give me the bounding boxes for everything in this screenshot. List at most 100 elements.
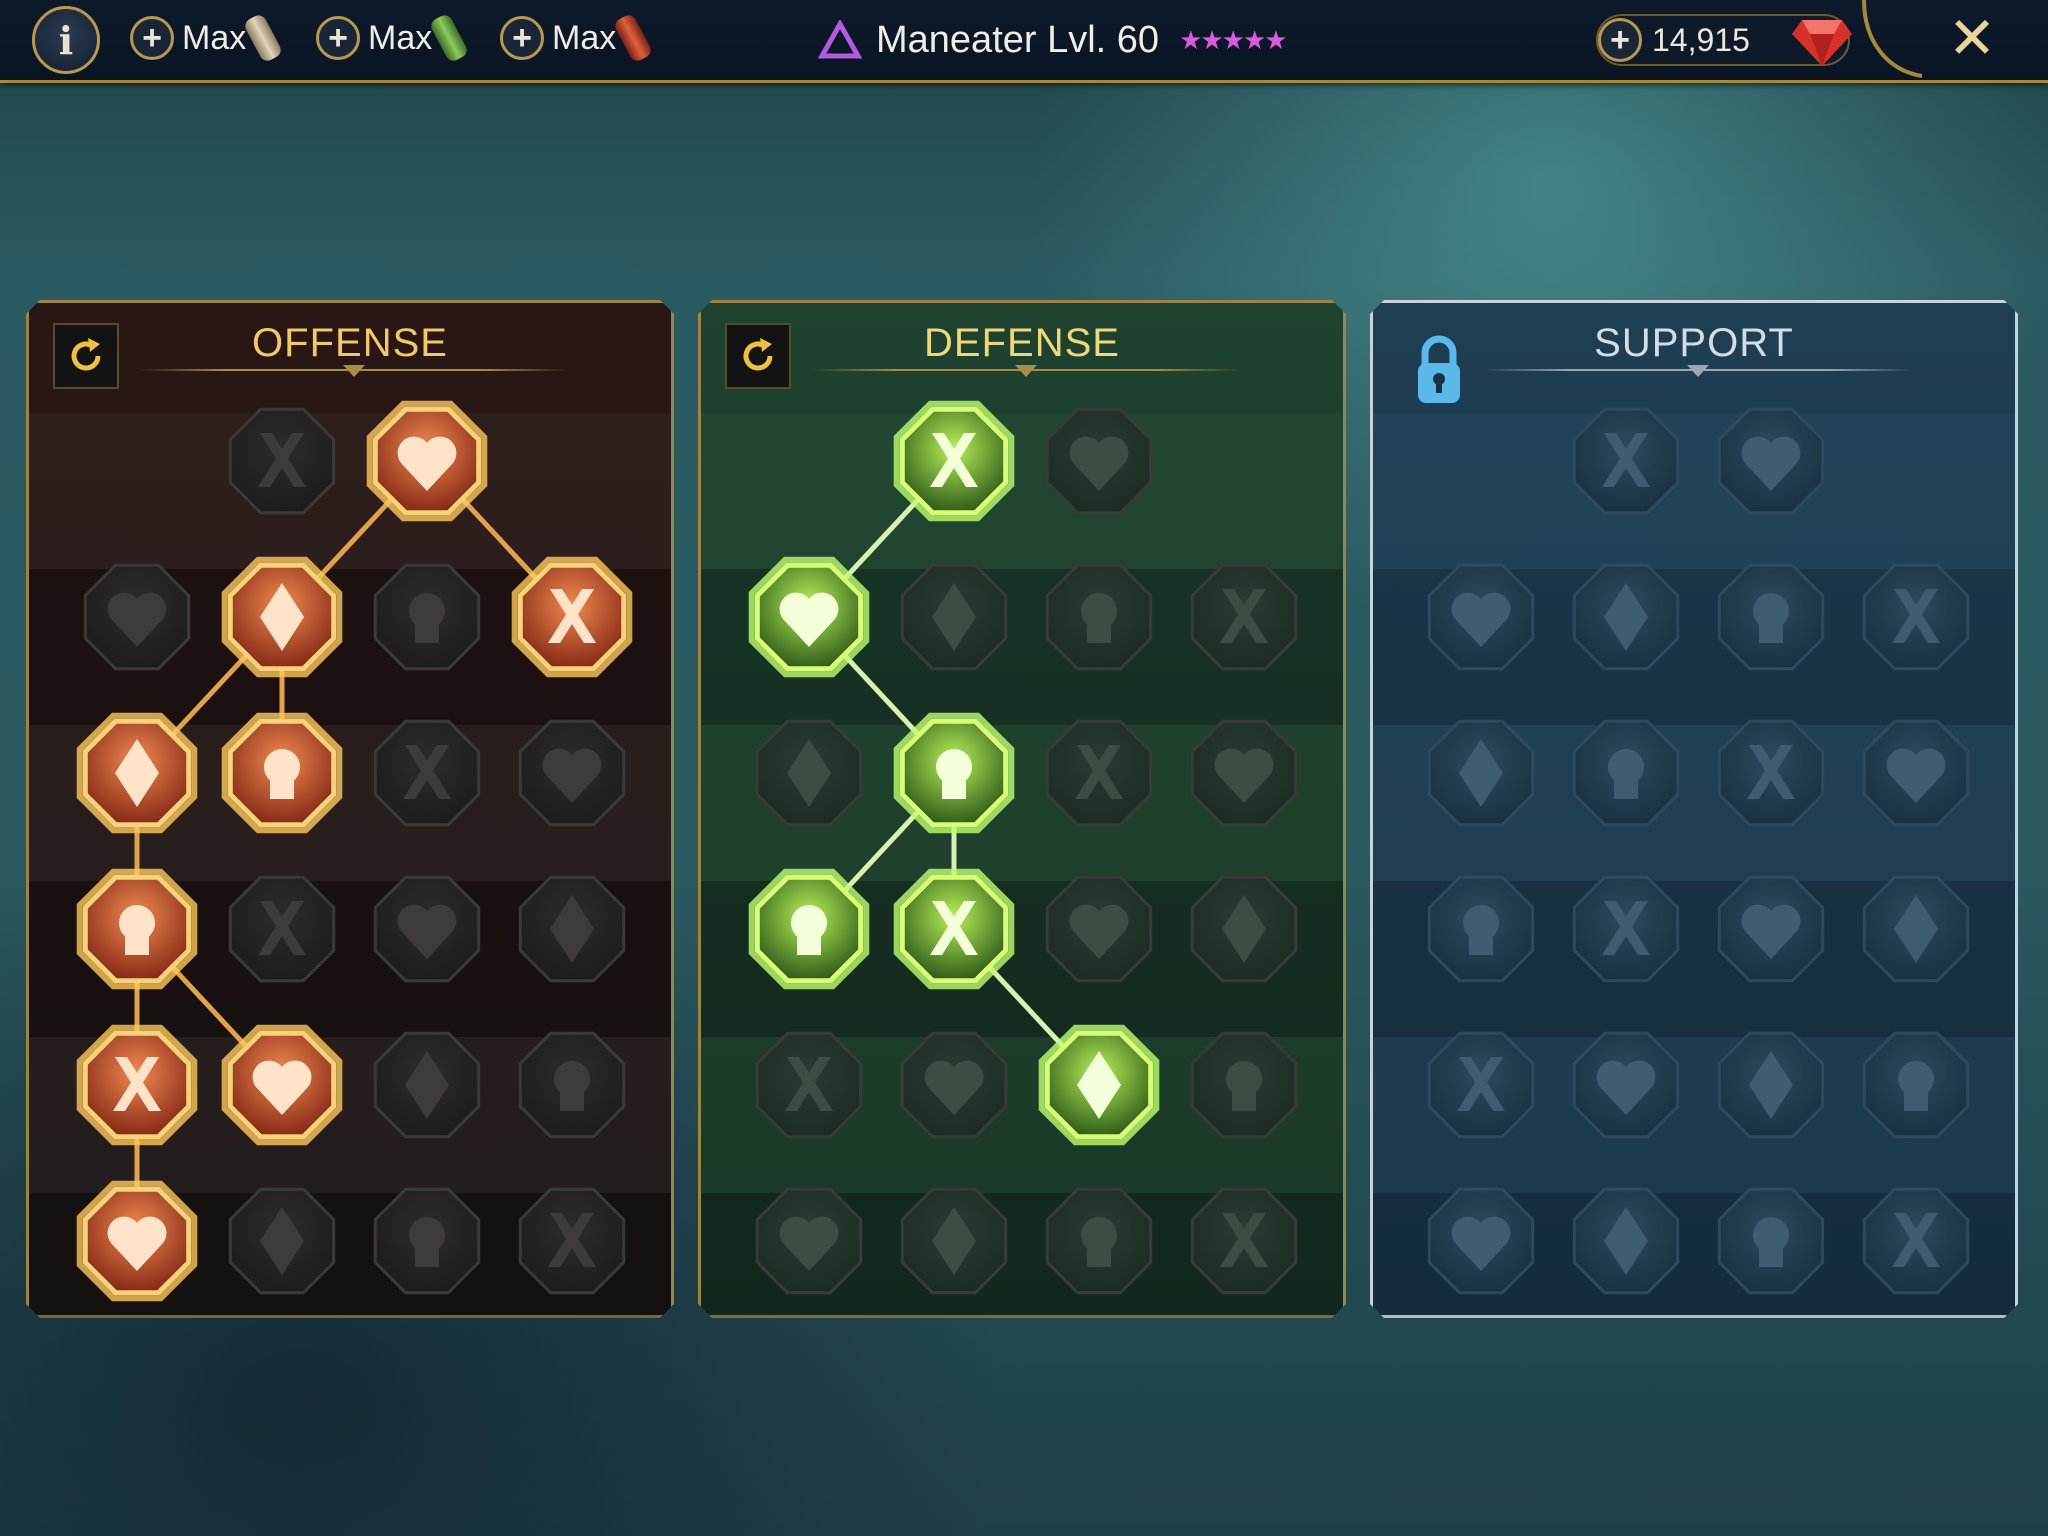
offense-blessing-node[interactable] [365, 1023, 489, 1147]
tome-scroll-icon [612, 12, 654, 64]
offense-blessing-node[interactable] [220, 399, 344, 523]
defense-blessing-node[interactable] [1182, 711, 1306, 835]
defense-blessing-node[interactable] [892, 711, 1016, 835]
winged-shield-icon [892, 1179, 1016, 1303]
defense-blessing-node[interactable] [892, 867, 1016, 991]
support-blessing-node[interactable] [1709, 1023, 1833, 1147]
defense-panel: DEFENSE [698, 300, 1346, 1318]
defense-blessing-node[interactable] [1182, 555, 1306, 679]
speed-boot-icon [1854, 555, 1978, 679]
support-blessing-node[interactable] [1709, 555, 1833, 679]
defense-blessing-node[interactable] [892, 399, 1016, 523]
info-button[interactable]: i [32, 6, 100, 74]
spear-burst-icon [220, 555, 344, 679]
rallying-crowd-icon [747, 867, 871, 991]
offense-blessing-node[interactable] [75, 711, 199, 835]
gem-counter[interactable]: + 14,915 [1596, 14, 1852, 66]
defense-blessing-node[interactable] [1182, 1023, 1306, 1147]
watchful-eye-icon [1709, 1023, 1833, 1147]
defense-blessing-node[interactable] [747, 711, 871, 835]
offense-blessing-node[interactable] [75, 867, 199, 991]
defense-blessing-node[interactable] [1182, 867, 1306, 991]
defense-blessing-node[interactable] [1037, 867, 1161, 991]
offense-blessing-node[interactable] [510, 1179, 634, 1303]
skull-mark-icon [1564, 1179, 1688, 1303]
resource-max-label: Max [182, 18, 247, 57]
offense-blessing-node[interactable] [365, 1179, 489, 1303]
defense-blessing-node[interactable] [1037, 1179, 1161, 1303]
support-blessing-node[interactable] [1564, 867, 1688, 991]
offense-blessing-node[interactable] [510, 1023, 634, 1147]
strongman-icon [1182, 1179, 1306, 1303]
support-blessing-node[interactable] [1854, 711, 1978, 835]
offense-blessing-node[interactable] [510, 711, 634, 835]
support-blessing-node[interactable] [1419, 1023, 1543, 1147]
offense-blessing-node[interactable] [510, 555, 634, 679]
support-blessing-node[interactable] [1709, 867, 1833, 991]
support-blessing-node[interactable] [1564, 711, 1688, 835]
defense-blessing-node[interactable] [892, 1179, 1016, 1303]
offense-panel: OFFENSE [26, 300, 674, 1318]
offense-blessing-node[interactable] [365, 399, 489, 523]
support-blessing-node[interactable] [1854, 1023, 1978, 1147]
support-blessing-node[interactable] [1709, 399, 1833, 523]
panel-title: SUPPORT [1594, 321, 1794, 365]
support-blessing-node[interactable] [1709, 711, 1833, 835]
support-blessing-node[interactable] [1854, 555, 1978, 679]
defense-blessing-node[interactable] [1037, 399, 1161, 523]
defense-blessing-node[interactable] [1037, 1023, 1161, 1147]
offense-blessing-node[interactable] [220, 711, 344, 835]
add-icon[interactable]: + [316, 16, 360, 60]
defense-blessing-node[interactable] [747, 1023, 871, 1147]
panel-title: DEFENSE [924, 321, 1120, 365]
offense-blessing-node[interactable] [220, 1179, 344, 1303]
defense-blessing-node[interactable] [1037, 711, 1161, 835]
defense-blessing-node[interactable] [892, 1023, 1016, 1147]
offense-blessing-node[interactable] [75, 555, 199, 679]
blood-drops-icon [892, 1023, 1016, 1147]
defense-blessing-node[interactable] [1037, 555, 1161, 679]
offense-blessing-node[interactable] [220, 1023, 344, 1147]
defense-blessing-node[interactable] [892, 555, 1016, 679]
add-icon[interactable]: + [130, 16, 174, 60]
support-blessing-node[interactable] [1419, 867, 1543, 991]
support-blessing-node[interactable] [1854, 867, 1978, 991]
defense-blessing-node[interactable] [747, 1179, 871, 1303]
close-button[interactable]: ✕ [1940, 4, 2004, 72]
scroll-resource-3[interactable]: + Max [500, 12, 654, 64]
support-blessing-node[interactable] [1419, 711, 1543, 835]
support-blessing-node[interactable] [1564, 1179, 1688, 1303]
support-blessing-node[interactable] [1709, 1179, 1833, 1303]
scroll-resource-1[interactable]: + Max [130, 12, 284, 64]
support-blessing-node[interactable] [1419, 555, 1543, 679]
support-blessing-node[interactable] [1419, 1179, 1543, 1303]
resource-max-label: Max [552, 18, 617, 57]
defense-blessing-node[interactable] [747, 867, 871, 991]
support-blessing-node[interactable] [1854, 1179, 1978, 1303]
offense-blessing-node[interactable] [365, 555, 489, 679]
sword-slash-icon [365, 399, 489, 523]
muscle-arm-icon [747, 711, 871, 835]
close-icon: ✕ [1947, 4, 1997, 72]
anatomical-heart-icon [892, 555, 1016, 679]
offense-blessing-node[interactable] [365, 867, 489, 991]
offense-blessing-node[interactable] [220, 555, 344, 679]
offense-blessing-node[interactable] [510, 867, 634, 991]
horned-demon-icon [365, 1179, 489, 1303]
bleeding-heart-icon [510, 555, 634, 679]
scroll-resource-2[interactable]: + Max [316, 12, 470, 64]
offense-blessing-node[interactable] [75, 1023, 199, 1147]
defense-blessing-node[interactable] [1182, 1179, 1306, 1303]
add-gems-icon[interactable]: + [1598, 18, 1642, 62]
open-book-icon [1709, 867, 1833, 991]
row-band [1373, 413, 2015, 569]
champion-header: Maneater Lvl. 60 ★★★★★ [818, 14, 1288, 66]
offense-blessing-node[interactable] [220, 867, 344, 991]
support-blessing-node[interactable] [1564, 555, 1688, 679]
offense-blessing-node[interactable] [75, 1179, 199, 1303]
support-blessing-node[interactable] [1564, 1023, 1688, 1147]
offense-blessing-node[interactable] [365, 711, 489, 835]
support-blessing-node[interactable] [1564, 399, 1688, 523]
add-icon[interactable]: + [500, 16, 544, 60]
defense-blessing-node[interactable] [747, 555, 871, 679]
